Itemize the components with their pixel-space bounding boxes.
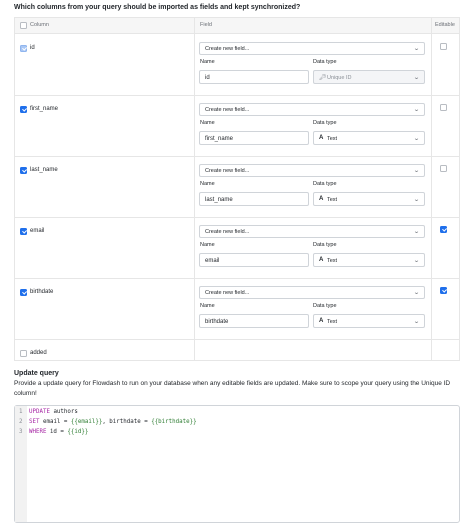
column-checkbox-added[interactable] [20,350,27,357]
field-select[interactable]: Create new field... ⌄ [199,164,425,177]
line-number: 1 [19,409,23,415]
field-select[interactable]: Create new field... ⌄ [199,42,425,55]
editable-checkbox-email[interactable] [440,226,447,233]
field-name-value: first_name [205,135,234,142]
sql-keyword: SET [29,419,40,425]
data-type-select[interactable]: A Text ⌄ [313,131,425,145]
field-select[interactable]: Create new field... ⌄ [199,103,425,116]
data-type-value: Text [327,318,338,325]
text-type-icon: A [319,134,324,141]
field-name-value: last_name [205,196,233,203]
data-type-select[interactable]: A Text ⌄ [313,314,425,328]
field-select-value: Create new field... [205,107,250,113]
field-name-value: birthdate [205,318,229,325]
field-select-value: Create new field... [205,46,250,52]
sql-keyword: WHERE [29,429,47,435]
field-name-input[interactable]: birthdate [199,314,309,328]
field-select[interactable]: Create new field... ⌄ [199,286,425,299]
update-query-title: Update query [14,370,59,377]
column-checkbox-birthdate[interactable] [20,289,27,296]
editable-checkbox-birthdate[interactable] [440,287,447,294]
name-label: Name [200,181,215,187]
data-type-value: Text [327,135,338,142]
template-variable: {{id}} [67,429,89,435]
chevron-down-icon: ⌄ [413,229,420,235]
column-checkbox-email[interactable] [20,228,27,235]
update-query-editor[interactable]: 1 UPDATE authors 2 SET email = {{email}}, b… [14,405,460,523]
sql-text: id = [46,429,68,435]
text-type-icon: A [319,195,324,202]
field-name-input[interactable]: id [199,70,309,84]
select-all-checkbox[interactable] [20,22,27,29]
chevron-down-icon: ⌄ [413,74,420,81]
field-name-value: email [205,257,220,264]
name-label: Name [200,120,215,126]
column-name: email [30,228,45,234]
text-type-icon: A [319,317,324,324]
column-mapping-table: Column Field Editable id Create new field… [14,17,460,361]
sql-keyword: UPDATE [29,409,50,415]
data-type-value: Text [327,257,338,264]
column-name: birthdate [30,289,54,295]
column-header: Column [30,22,49,28]
editable-checkbox-last_name[interactable] [440,165,447,172]
field-select[interactable]: Create new field... ⌄ [199,225,425,238]
column-checkbox-id[interactable] [20,45,27,52]
name-label: Name [200,242,215,248]
field-select-value: Create new field... [205,290,250,296]
data-type-select: 🔑︎ Unique ID ⌄ [313,70,425,84]
name-label: Name [200,303,215,309]
data-type-label: Data type [313,120,337,126]
editable-checkbox-first_name[interactable] [440,104,447,111]
chevron-down-icon: ⌄ [413,290,420,296]
chevron-down-icon: ⌄ [413,107,420,113]
sql-text: authors [49,409,78,415]
template-variable: {{email}} [70,419,103,425]
template-variable: {{birthdate}} [151,419,197,425]
field-name-input[interactable]: email [199,253,309,267]
page-heading: Which columns from your query should be … [14,4,301,11]
chevron-down-icon: ⌄ [413,318,420,325]
column-checkbox-first_name[interactable] [20,106,27,113]
field-select-value: Create new field... [205,168,250,174]
column-checkbox-last_name[interactable] [20,167,27,174]
field-header: Field [200,22,212,28]
data-type-select[interactable]: A Text ⌄ [313,192,425,206]
chevron-down-icon: ⌄ [413,257,420,264]
text-type-icon: A [319,256,324,263]
editable-header: Editable [435,22,455,28]
data-type-value: Text [327,196,338,203]
table-header: Column Field Editable [15,18,459,34]
sql-text: , birthdate = [102,419,152,425]
column-name: first_name [30,106,59,112]
column-name: last_name [30,167,58,173]
column-name: added [30,350,47,356]
data-type-value: Unique ID [327,74,352,81]
column-name: id [30,45,35,51]
chevron-down-icon: ⌄ [413,196,420,203]
field-name-input[interactable]: last_name [199,192,309,206]
data-type-label: Data type [313,242,337,248]
field-select-value: Create new field... [205,229,250,235]
field-name-value: id [205,74,210,81]
key-icon: 🔑︎ [319,74,327,81]
field-name-input[interactable]: first_name [199,131,309,145]
update-query-description: Provide a update query for Flowdash to r… [14,380,451,397]
chevron-down-icon: ⌄ [413,135,420,142]
chevron-down-icon: ⌄ [413,46,420,52]
data-type-label: Data type [313,59,337,65]
line-number: 3 [19,429,23,435]
data-type-select[interactable]: A Text ⌄ [313,253,425,267]
chevron-down-icon: ⌄ [413,168,420,174]
sql-text: email = [39,419,71,425]
data-type-label: Data type [313,303,337,309]
line-number: 2 [19,419,23,425]
name-label: Name [200,59,215,65]
data-type-label: Data type [313,181,337,187]
editable-checkbox-id[interactable] [440,43,447,50]
